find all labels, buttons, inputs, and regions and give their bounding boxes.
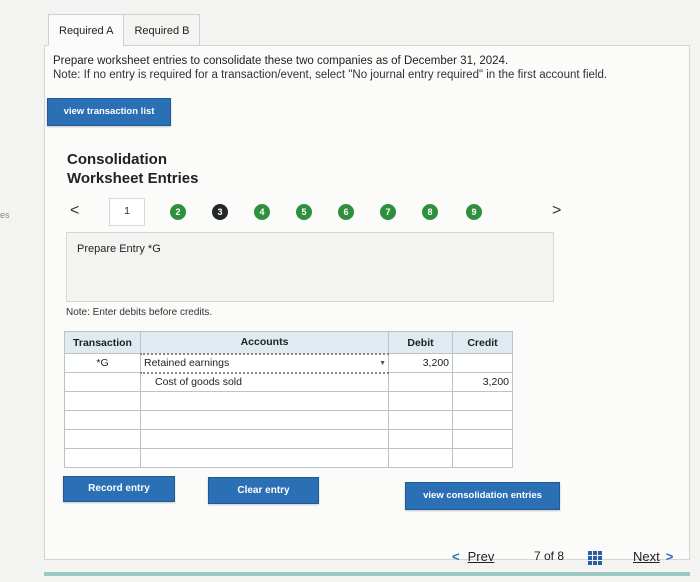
- header-accounts: Accounts: [140, 331, 389, 354]
- account-select[interactable]: Cost of goods sold: [140, 372, 389, 392]
- transaction-cell: *G: [64, 353, 141, 373]
- title-line-2: Worksheet Entries: [67, 170, 199, 187]
- credit-input[interactable]: [452, 410, 513, 430]
- tab-bar: Required A Required B: [48, 14, 201, 46]
- footer-bar: [44, 572, 690, 576]
- instructions: Prepare worksheet entries to consolidate…: [53, 54, 607, 82]
- prepare-entry-text: Prepare Entry *G: [77, 243, 161, 255]
- journal-entry-table: Transaction Accounts Debit Credit *G Ret…: [64, 331, 513, 468]
- view-consolidation-entries-button[interactable]: view consolidation entries: [405, 482, 560, 510]
- credit-input[interactable]: [452, 353, 513, 373]
- view-transaction-list-button[interactable]: view transaction list: [47, 98, 171, 126]
- edge-text: es: [0, 210, 10, 220]
- table-row: *G Retained earnings ▼ 3,200: [64, 352, 513, 374]
- account-select[interactable]: [140, 448, 389, 468]
- table-row: [64, 391, 513, 411]
- table-header-row: Transaction Accounts Debit Credit: [64, 331, 513, 354]
- transaction-cell: [64, 372, 141, 392]
- step-current[interactable]: 1: [109, 198, 145, 226]
- table-row: [64, 410, 513, 430]
- prepare-entry-box: Prepare Entry *G: [66, 232, 554, 302]
- header-transaction: Transaction: [64, 331, 141, 354]
- enter-debits-note: Note: Enter debits before credits.: [66, 307, 213, 318]
- credit-input[interactable]: [452, 429, 513, 449]
- clear-entry-button[interactable]: Clear entry: [208, 477, 319, 504]
- prev-label: Prev: [467, 549, 495, 564]
- table-row: Cost of goods sold 3,200: [64, 372, 513, 392]
- step-2[interactable]: 2: [170, 204, 186, 220]
- step-9[interactable]: 9: [466, 204, 482, 220]
- table-row: [64, 429, 513, 449]
- credit-input[interactable]: [452, 391, 513, 411]
- account-select[interactable]: [140, 429, 389, 449]
- chevron-left-icon: <: [452, 549, 460, 564]
- credit-input[interactable]: 3,200: [452, 372, 513, 392]
- header-credit: Credit: [452, 331, 513, 354]
- step-5[interactable]: 5: [296, 204, 312, 220]
- account-select[interactable]: Retained earnings ▼: [140, 352, 389, 374]
- chevron-right-icon: >: [665, 549, 674, 564]
- next-label: Next: [633, 549, 660, 564]
- step-8[interactable]: 8: [422, 204, 438, 220]
- debit-input[interactable]: [388, 372, 453, 392]
- dropdown-arrow-icon[interactable]: ▼: [379, 360, 386, 367]
- step-3[interactable]: 3: [212, 204, 228, 220]
- account-select[interactable]: [140, 391, 389, 411]
- debit-input[interactable]: 3,200: [388, 353, 453, 373]
- transaction-cell: [64, 429, 141, 449]
- transaction-cell: [64, 448, 141, 468]
- record-entry-button[interactable]: Record entry: [63, 476, 175, 502]
- grid-icon[interactable]: [588, 551, 602, 565]
- entry-stepper: < 1 2 3 4 5 6 7 8 9 >: [62, 198, 582, 228]
- account-value: Retained earnings: [144, 357, 230, 369]
- worksheet-title: Consolidation Worksheet Entries: [67, 150, 198, 188]
- title-line-1: Consolidation: [67, 151, 167, 168]
- credit-input[interactable]: [452, 448, 513, 468]
- stepper-prev-arrow-icon[interactable]: <: [70, 202, 79, 220]
- debit-input[interactable]: [388, 429, 453, 449]
- step-6[interactable]: 6: [338, 204, 354, 220]
- header-debit: Debit: [388, 331, 453, 354]
- step-4[interactable]: 4: [254, 204, 270, 220]
- transaction-cell: [64, 391, 141, 411]
- next-button[interactable]: Next >: [633, 549, 673, 564]
- debit-input[interactable]: [388, 448, 453, 468]
- stepper-next-arrow-icon[interactable]: >: [552, 202, 561, 220]
- instruction-line: Prepare worksheet entries to consolidate…: [53, 55, 509, 67]
- debit-input[interactable]: [388, 410, 453, 430]
- page-position: 7 of 8: [534, 549, 565, 563]
- instruction-note: Note: If no entry is required for a tran…: [53, 69, 608, 81]
- prev-button[interactable]: < Prev: [452, 549, 494, 564]
- transaction-cell: [64, 410, 141, 430]
- step-7[interactable]: 7: [380, 204, 396, 220]
- debit-input[interactable]: [388, 391, 453, 411]
- tab-required-b[interactable]: Required B: [123, 14, 201, 46]
- table-row: [64, 448, 513, 468]
- account-select[interactable]: [140, 410, 389, 430]
- tab-required-a[interactable]: Required A: [48, 14, 125, 46]
